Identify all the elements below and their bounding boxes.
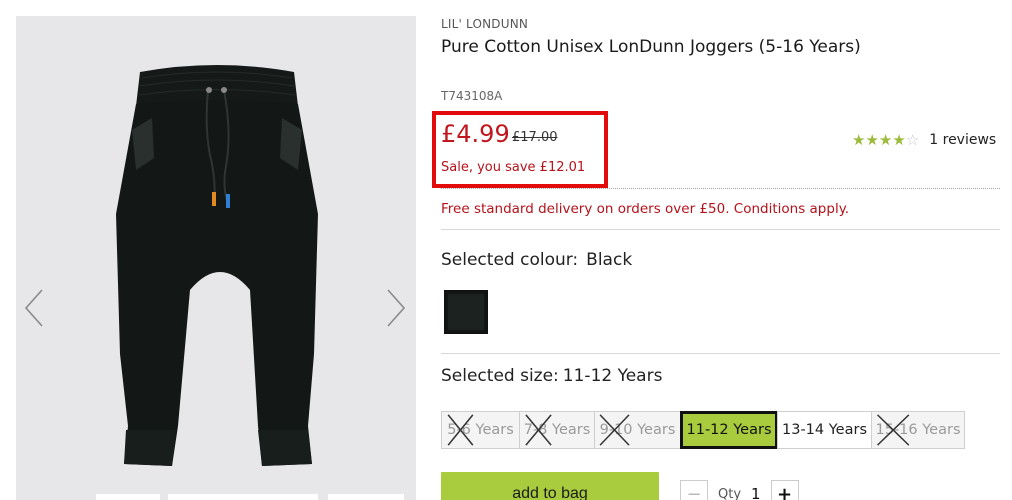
size-label: Selected size: <box>441 366 559 386</box>
size-option-13-14[interactable]: 13-14 Years <box>777 411 872 449</box>
product-image[interactable] <box>112 54 322 474</box>
size-selector: 5-6 Years 7-8 Years 9-10 Years 11-12 Yea… <box>441 411 965 449</box>
product-title: Pure Cotton Unisex LonDunn Joggers (5-16… <box>441 37 861 57</box>
divider <box>441 353 1000 354</box>
review-count-link[interactable]: 1 reviews <box>929 132 996 148</box>
size-option-label: 13-14 Years <box>782 422 867 438</box>
product-image-panel <box>16 16 416 500</box>
current-price: £4.99 <box>441 120 510 148</box>
selected-colour: Selected colour: Black <box>441 250 632 270</box>
quantity-label: Qty <box>718 486 742 500</box>
selected-size: Selected size: 11-12 Years <box>441 366 662 386</box>
quantity-stepper: − Qty 1 + <box>680 480 799 500</box>
gallery-prev-arrow-icon[interactable] <box>22 286 46 330</box>
star-empty-icon: ☆ <box>905 131 920 149</box>
add-to-bag-button[interactable]: add to bag <box>441 472 659 500</box>
size-option-5-6[interactable]: 5-6 Years <box>441 411 520 449</box>
original-price: £17.00 <box>512 130 558 145</box>
add-to-bag-label: add to bag <box>512 485 588 500</box>
quantity-decrease-button[interactable]: − <box>680 480 708 500</box>
sale-saving-text: Sale, you save £12.01 <box>441 160 586 175</box>
size-option-15-16[interactable]: 15-16 Years <box>871 411 965 449</box>
size-option-9-10[interactable]: 9-10 Years <box>594 411 681 449</box>
size-option-label: 11-12 Years <box>686 422 772 438</box>
product-sku: T743108A <box>441 89 503 103</box>
unavailable-cross-icon <box>442 412 519 448</box>
colour-swatch-black[interactable] <box>444 290 488 334</box>
product-rating[interactable]: ★ ★ ★ ★ ☆ 1 reviews <box>852 131 996 149</box>
quantity-value[interactable]: 1 <box>751 485 761 500</box>
colour-label: Selected colour: <box>441 250 579 270</box>
star-filled-icon: ★ <box>852 131 866 149</box>
product-brand: LIL' LONDUNN <box>441 17 529 31</box>
divider <box>441 229 1000 230</box>
thumbnail[interactable] <box>96 494 160 500</box>
unavailable-cross-icon <box>872 412 964 448</box>
thumbnail[interactable] <box>328 494 404 500</box>
size-option-11-12[interactable]: 11-12 Years <box>680 411 778 449</box>
star-rating: ★ ★ ★ ★ ☆ <box>852 131 919 149</box>
star-filled-icon: ★ <box>878 131 893 149</box>
star-filled-icon: ★ <box>865 131 879 149</box>
thumbnail[interactable] <box>168 494 318 500</box>
unavailable-cross-icon <box>520 412 594 448</box>
size-option-7-8[interactable]: 7-8 Years <box>519 411 595 449</box>
delivery-message[interactable]: Free standard delivery on orders over £5… <box>441 201 849 217</box>
gallery-next-arrow-icon[interactable] <box>384 286 408 330</box>
divider <box>441 188 1000 189</box>
star-filled-icon: ★ <box>892 131 906 149</box>
thumbnail-strip <box>16 494 416 500</box>
unavailable-cross-icon <box>595 412 680 448</box>
colour-value: Black <box>586 250 633 270</box>
size-value: 11-12 Years <box>562 366 663 386</box>
quantity-increase-button[interactable]: + <box>770 480 799 500</box>
